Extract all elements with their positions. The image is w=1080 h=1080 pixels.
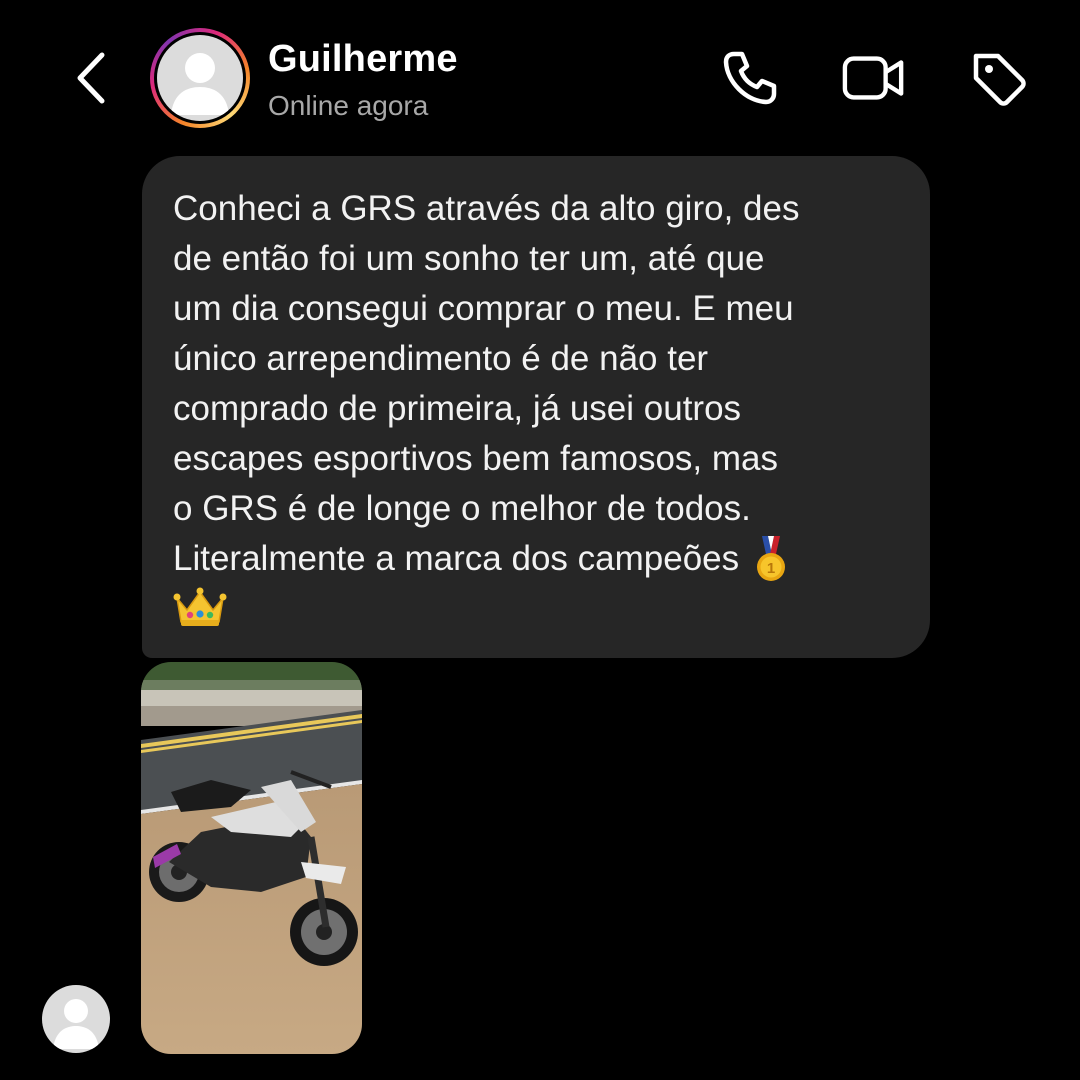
- message-line: de então foi um sonho ter um, até que: [173, 239, 765, 278]
- message-line: Literalmente a marca dos campeões: [173, 539, 740, 578]
- first-place-medal-emoji: 1: [753, 534, 789, 584]
- contact-avatar[interactable]: [150, 28, 250, 128]
- avatar-placeholder-icon: [53, 999, 99, 1049]
- tag-button[interactable]: [966, 46, 1030, 110]
- message-line: comprado de primeira, já usei outros: [173, 389, 742, 428]
- chat-header: Guilherme Online agora: [0, 0, 1080, 150]
- chevron-left-icon: [77, 52, 105, 104]
- message-line: um dia consegui comprar o meu. E meu: [173, 289, 794, 328]
- back-button[interactable]: [66, 48, 116, 108]
- message-text: Conheci a GRS através da alto giro, des …: [173, 184, 900, 584]
- tag-icon: [973, 53, 1026, 106]
- message-line: escapes esportivos bem famosos, mas: [173, 439, 778, 478]
- call-button[interactable]: [718, 46, 782, 110]
- crown-emoji: [173, 584, 227, 630]
- message-line: Conheci a GRS através da alto giro, des: [173, 189, 800, 228]
- contact-status: Online agora: [268, 90, 429, 121]
- message-line: único arrependimento é de não ter: [173, 339, 709, 378]
- video-camera-icon: [842, 56, 904, 100]
- sender-avatar[interactable]: [42, 985, 110, 1053]
- message-bubble[interactable]: Conheci a GRS através da alto giro, des …: [142, 156, 930, 658]
- svg-text:1: 1: [767, 560, 775, 577]
- phone-icon: [723, 51, 777, 105]
- avatar-placeholder-icon: [157, 35, 243, 121]
- message-line: o GRS é de longe o melhor de todos.: [173, 489, 751, 528]
- video-call-button[interactable]: [842, 46, 906, 110]
- contact-name[interactable]: Guilherme: [268, 38, 458, 81]
- motorcycle-photo[interactable]: [141, 662, 362, 1054]
